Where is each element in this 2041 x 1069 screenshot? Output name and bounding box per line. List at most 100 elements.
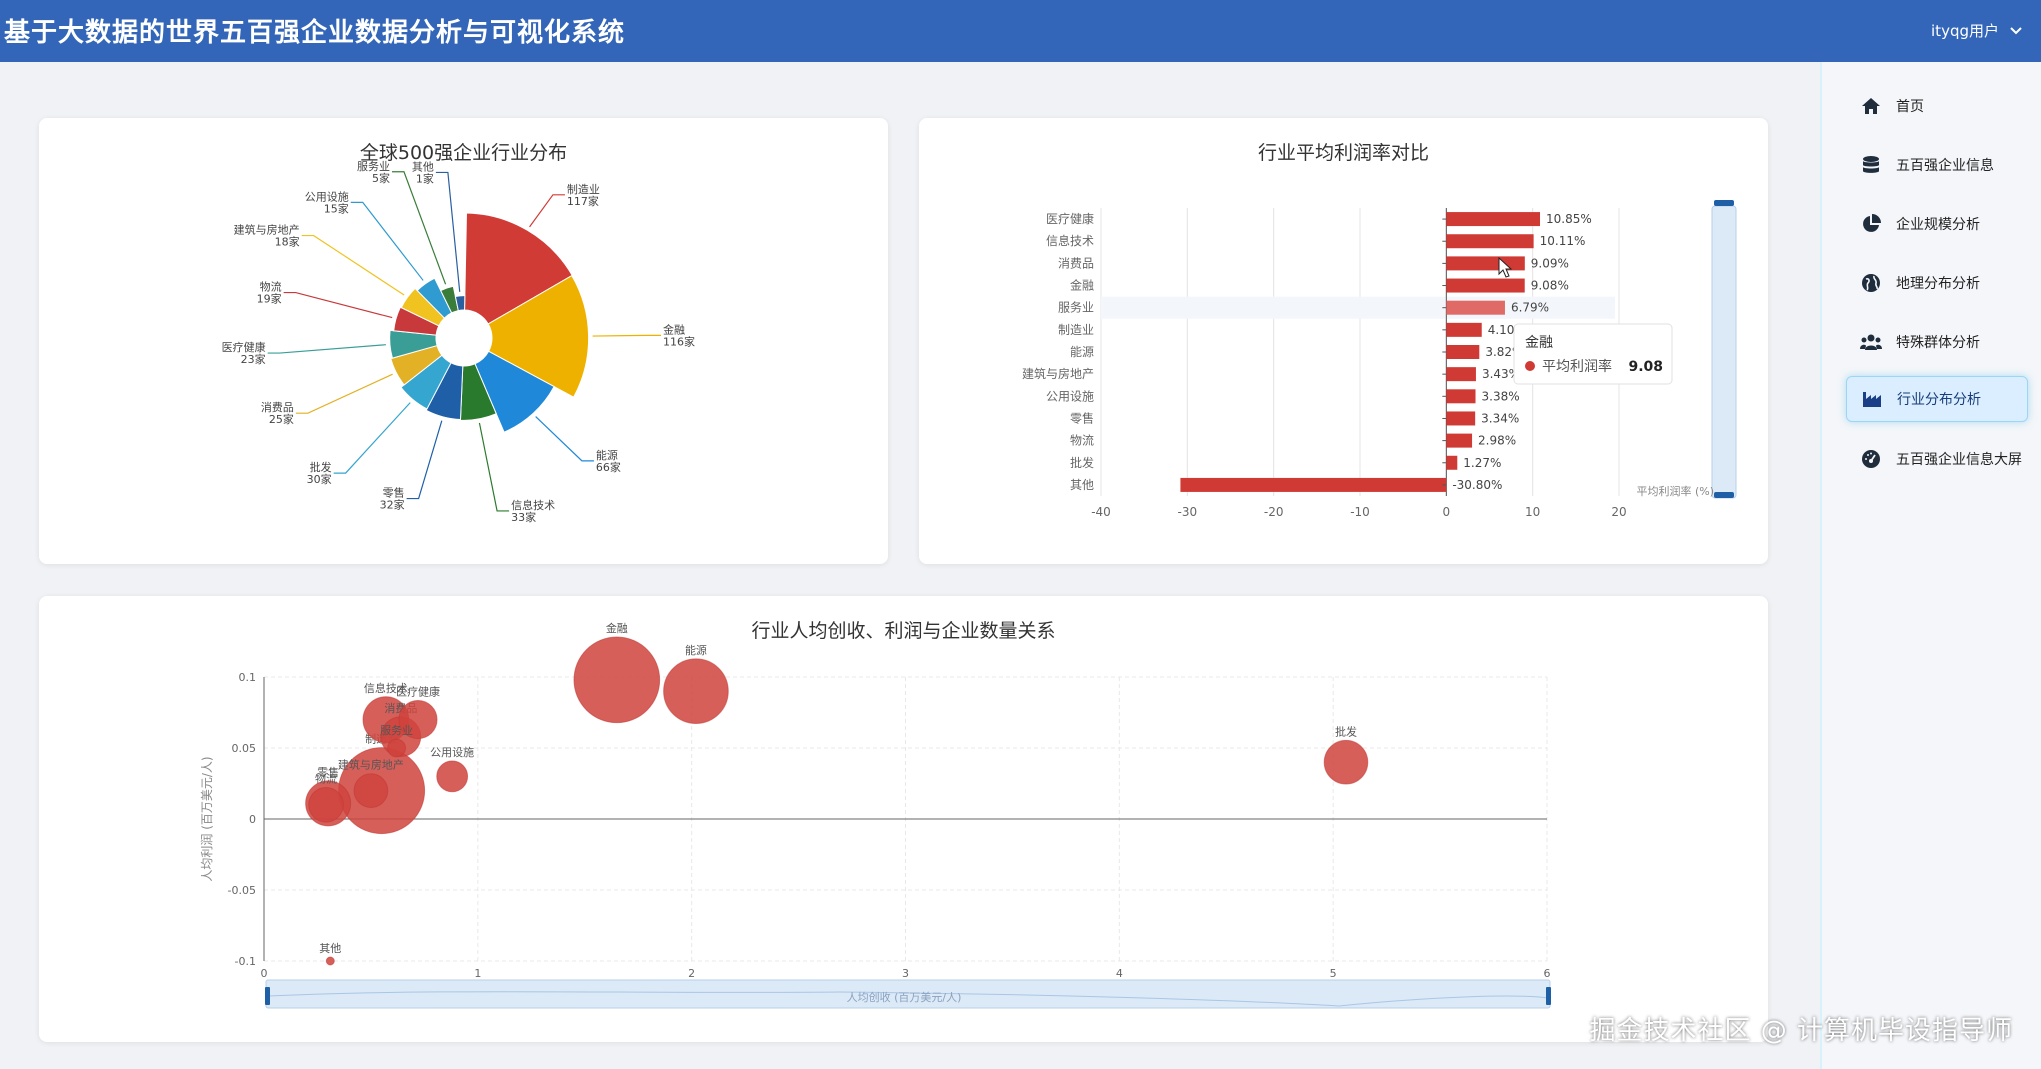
pie-slice-label: 建筑与房地产 (234, 223, 300, 237)
revenue-profit-bubble-chart: 01234560.10.050-0.05-0.1人均利润 (百万美元/人)制造业… (200, 621, 1551, 1009)
bubble-y-tick: 0 (249, 813, 256, 826)
datazoom-handle-bottom (1714, 492, 1734, 498)
pie-slice-label: 能源 (596, 448, 618, 462)
sidebar-item-label: 行业分布分析 (1897, 392, 1981, 408)
pie-label-line (267, 344, 386, 354)
bar-value-label: 9.08% (1531, 279, 1569, 293)
bar-category-label: 金融 (1070, 278, 1094, 293)
bar-category-label: 服务业 (1058, 300, 1094, 315)
bar (1446, 411, 1476, 426)
bubble-x-tick: 4 (1116, 967, 1123, 980)
pie-label-line (535, 416, 594, 462)
user-name: ityqg用户 (1931, 22, 1999, 40)
pie-slice-label: 物流 (260, 280, 282, 294)
app-title: 基于大数据的世界五百强企业数据分析与可视化系统 (4, 18, 626, 48)
bubble-label: 金融 (606, 621, 628, 635)
datazoom-handle-left (265, 987, 270, 1005)
datazoom-handle-right (1546, 987, 1551, 1005)
sidebar-item-dashboard[interactable]: 五百强企业信息大屏 (1846, 437, 2026, 481)
bubble-x-axis-label: 人均创收 (百万美元/人) (847, 990, 962, 1004)
industry-rose-chart: 制造业117家金融116家能源66家信息技术33家 零售32家 批发30家 消费品25… (222, 160, 695, 524)
datazoom-handle-top (1714, 200, 1734, 206)
sidebar-item-label: 企业规模分析 (1896, 217, 1980, 233)
bar-x-tick: -30 (1178, 505, 1198, 519)
pie-slice-label: 批发 (310, 460, 332, 474)
tooltip-series: 平均利润率 (1542, 358, 1612, 375)
bar-tooltip: 金融平均利润率 9.08 (1513, 323, 1673, 385)
pie-slice-label: 零售 (383, 486, 405, 500)
bar-category-label: 公用设施 (1046, 389, 1094, 403)
bar (1446, 345, 1480, 359)
bar (1446, 367, 1476, 382)
bar-value-label: 3.34% (1481, 411, 1519, 425)
dashboard-icon (1860, 448, 1882, 470)
pie-slice-value: 32家 (380, 498, 405, 512)
pie-label-line (592, 334, 661, 337)
datazoom-label: 平均利润率 (%) (1636, 484, 1714, 498)
bar-x-tick: 20 (1611, 505, 1626, 519)
bar (1446, 278, 1525, 293)
bar-x-tick: 10 (1525, 505, 1540, 519)
pie-label-line (406, 420, 443, 500)
sidebar-item-label: 首页 (1896, 99, 1924, 115)
bubble-x-tick: 2 (688, 967, 695, 980)
pie-label-line (301, 234, 405, 296)
bar-value-label: -30.80% (1452, 478, 1502, 492)
bubble-point (1323, 739, 1369, 785)
bar-category-label: 制造业 (1058, 323, 1094, 337)
bubble-label: 医疗健康 (396, 685, 440, 699)
bar-value-label: 2.98% (1478, 434, 1516, 448)
pie-label-line (391, 171, 447, 285)
bubble-x-tick: 1 (474, 967, 481, 980)
industry-icon (1861, 388, 1883, 410)
pie-chart-icon (1860, 213, 1882, 235)
bar-value-label: 3.38% (1482, 389, 1520, 403)
bubble-point (325, 956, 335, 966)
bar-category-label: 物流 (1070, 434, 1094, 448)
pie-slice-label: 信息技术 (511, 498, 555, 512)
bubble-label: 能源 (685, 643, 707, 657)
sidebar-item-geo-analysis[interactable]: 地理分布分析 (1846, 261, 2026, 305)
bar-value-label: 10.11% (1540, 234, 1586, 248)
bar-x-tick: -10 (1350, 505, 1370, 519)
sidebar-item-label: 五百强企业信息 (1896, 158, 1994, 174)
chevron-down-icon (2010, 26, 2022, 34)
datazoom-track (1711, 205, 1737, 499)
bubble-x-tick: 6 (1544, 967, 1551, 980)
sidebar-item-industry-analysis[interactable]: 行业分布分析 (1846, 376, 2028, 422)
sidebar-item-company-info[interactable]: 五百强企业信息 (1846, 143, 2026, 187)
pie-slice-value: 25家 (269, 412, 294, 426)
sidebar-item-group-analysis[interactable]: 特殊群体分析 (1846, 320, 2026, 364)
pie-slice-label: 金融 (663, 322, 685, 336)
pie-label-line (435, 171, 461, 292)
sidebar-item-home[interactable]: 首页 (1846, 84, 2026, 128)
pie-slice-value: 5家 (372, 171, 390, 185)
bar-value-label: 6.79% (1511, 301, 1549, 315)
sidebar-item-label: 特殊群体分析 (1896, 335, 1980, 351)
bubble-label: 其他 (319, 942, 341, 955)
bubble-label: 公用设施 (430, 746, 474, 759)
home-icon (1860, 95, 1882, 117)
bar-value-label: 10.85% (1546, 212, 1592, 226)
sidebar-item-scale-analysis[interactable]: 企业规模分析 (1846, 202, 2026, 246)
pie-slice-value: 66家 (596, 460, 621, 474)
tooltip-category: 金融 (1525, 335, 1553, 351)
bar-category-label: 批发 (1070, 455, 1094, 470)
bar-category-label: 消费品 (1058, 256, 1094, 270)
bubble-point (353, 773, 389, 808)
bubble-x-tick: 5 (1330, 967, 1337, 980)
bubble-y-axis-label: 人均利润 (百万美元/人) (200, 756, 214, 881)
pie-slice-value: 33家 (511, 510, 536, 524)
bar-x-tick: -40 (1091, 505, 1111, 519)
bar (1446, 300, 1505, 315)
globe-icon (1860, 272, 1882, 294)
bar (1446, 455, 1458, 470)
pie-label-line (529, 194, 565, 228)
bar (1446, 433, 1473, 448)
bubble-point (573, 636, 661, 724)
pie-slice-value: 30家 (307, 472, 332, 486)
user-menu[interactable]: ityqg用户 (1931, 20, 2023, 41)
bar-value-label: 1.27% (1463, 456, 1501, 470)
bar (1446, 234, 1534, 249)
bubble-point (387, 738, 406, 758)
